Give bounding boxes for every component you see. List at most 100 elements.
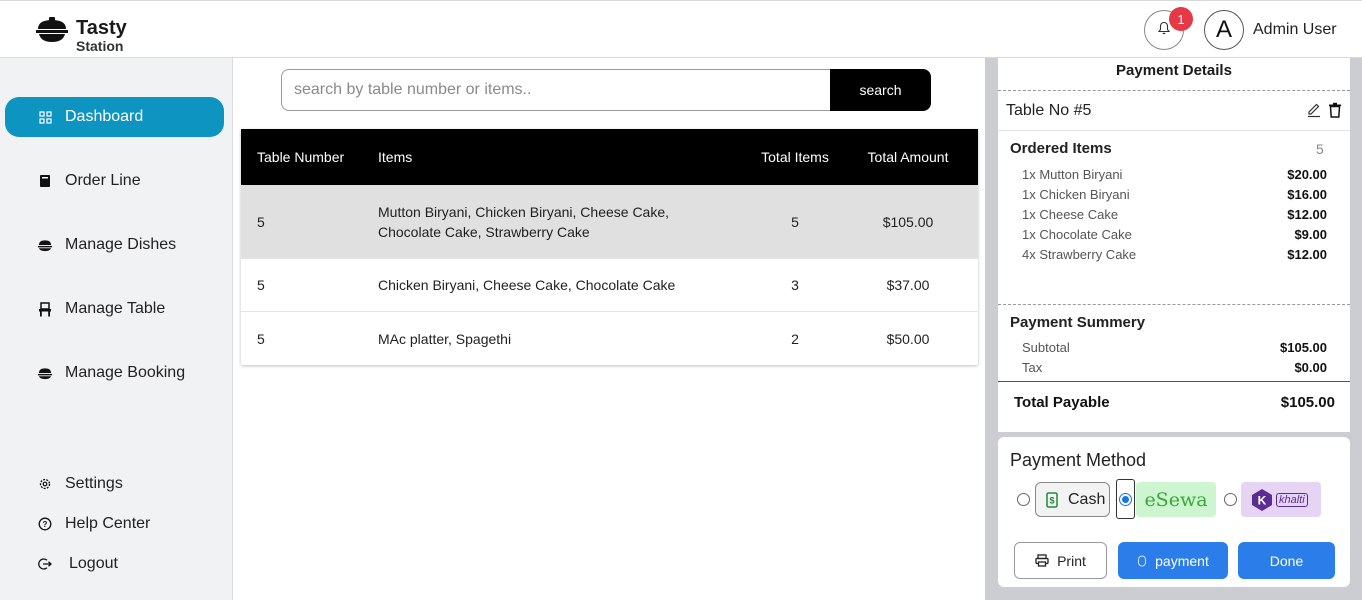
subtotal-row: Subtotal $105.00	[1022, 340, 1327, 355]
ordered-item: 1x Chicken Biryani $16.00	[1022, 187, 1327, 202]
divider	[998, 381, 1350, 382]
total-payable-row: Total Payable $105.00	[1014, 394, 1335, 411]
done-button[interactable]: Done	[1238, 542, 1335, 579]
wallet-icon	[1137, 555, 1147, 567]
sidebar-item-label: Logout	[69, 555, 118, 572]
tax-row: Tax $0.00	[1022, 360, 1327, 375]
divider	[998, 90, 1350, 91]
column-header[interactable]: Total Amount	[838, 149, 978, 165]
payment-label: payment	[1155, 552, 1209, 569]
subtotal-value: $105.00	[1280, 340, 1327, 355]
search-input[interactable]	[281, 69, 830, 111]
total-amount-cell: $50.00	[886, 330, 930, 347]
payment-details-title: Payment Details	[1116, 62, 1232, 79]
table-number-cell: 5	[257, 213, 265, 230]
item-name: 1x Chicken Biryani	[1022, 187, 1130, 202]
table-row[interactable]: 5 Chicken Biryani, Cheese Cake, Chocolat…	[241, 259, 978, 312]
column-header[interactable]: Items	[378, 147, 752, 167]
search-bar: search	[281, 69, 931, 111]
orders-table: Table Number Items Total Items Total Amo…	[241, 129, 978, 365]
sidebar-item-order-line[interactable]: Order Line	[5, 161, 224, 201]
table-row[interactable]: 5 MAc platter, Spagethi 2 $50.00	[241, 312, 978, 365]
sidebar-item-dashboard[interactable]: Dashboard	[5, 97, 224, 137]
column-header[interactable]: Table Number	[241, 149, 378, 165]
top-bar: Tasty Station 1 A Admin User	[0, 0, 1362, 58]
tax-value: $0.00	[1294, 360, 1327, 375]
cash-radio[interactable]	[1017, 493, 1030, 506]
tax-label: Tax	[1022, 360, 1043, 375]
sidebar-item-label: Manage Booking	[65, 364, 186, 381]
item-name: 1x Cheese Cake	[1022, 207, 1119, 222]
sidebar-item-logout[interactable]: Logout	[5, 544, 224, 584]
sidebar-item-label: Order Line	[65, 172, 141, 189]
payment-method-card: Payment Method $ Cash eSewa K khalti Pri…	[998, 437, 1350, 587]
sidebar-item-manage-table[interactable]: Manage Table	[5, 289, 224, 329]
payment-method-title: Payment Method	[1010, 450, 1147, 470]
divider	[998, 130, 1350, 131]
total-amount-cell: $37.00	[886, 277, 930, 293]
khalti-logo-icon: K	[1251, 488, 1273, 512]
brand-name: Tasty	[76, 17, 127, 39]
total-items-cell: 3	[791, 277, 799, 293]
ordered-item: 1x Chocolate Cake $9.00	[1022, 227, 1327, 242]
table-no-label: Table No #5	[1006, 102, 1092, 119]
brand-logo[interactable]: Tasty Station	[36, 15, 127, 53]
total-payable-label: Total Payable	[1014, 394, 1110, 411]
svg-text:?: ?	[43, 520, 48, 529]
main-content: search Table Number Items Total Items To…	[233, 58, 985, 600]
user-name[interactable]: Admin User	[1253, 21, 1337, 39]
esewa-radio[interactable]	[1119, 493, 1132, 506]
sidebar-item-manage-booking[interactable]: Manage Booking	[5, 353, 224, 393]
avatar[interactable]: A	[1204, 10, 1244, 50]
payment-panel: Payment Details Table No #5 Ordered Item…	[985, 58, 1362, 600]
table-number-cell: 5	[257, 277, 265, 293]
item-price: $16.00	[1287, 187, 1327, 202]
items-cell: Mutton Biryani, Chicken Biryani, Cheese …	[378, 203, 670, 240]
table-row[interactable]: 5 Mutton Biryani, Chicken Biryani, Chees…	[241, 185, 978, 259]
item-name: 1x Mutton Biryani	[1022, 167, 1123, 182]
sidebar-item-label: Settings	[65, 475, 123, 492]
payment-button[interactable]: payment	[1118, 542, 1228, 579]
notification-badge: 1	[1169, 7, 1193, 31]
ordered-items-title: Ordered Items	[1010, 140, 1112, 157]
sidebar-item-settings[interactable]: Settings	[5, 464, 224, 504]
edit-icon[interactable]	[1306, 102, 1322, 123]
trash-icon[interactable]	[1328, 102, 1342, 123]
brand-subname: Station	[76, 38, 124, 54]
sidebar-item-help-center[interactable]: ? Help Center	[5, 504, 224, 544]
item-price: $12.00	[1287, 247, 1327, 262]
payment-summary-title: Payment Summery	[1010, 314, 1146, 331]
gear-icon	[38, 477, 52, 491]
items-cell: Chicken Biryani, Cheese Cake, Chocolate …	[378, 277, 676, 293]
ordered-item: 1x Mutton Biryani $20.00	[1022, 167, 1327, 182]
print-label: Print	[1057, 552, 1086, 569]
sidebar: Dashboard Order Line Manage Dishes Manag…	[0, 58, 233, 600]
table-number-cell: 5	[257, 330, 265, 347]
sidebar-item-manage-dishes[interactable]: Manage Dishes	[5, 225, 224, 265]
khalti-option[interactable]: K khalti	[1241, 482, 1321, 517]
esewa-option[interactable]: eSewa	[1136, 482, 1216, 517]
item-name: 4x Strawberry Cake	[1022, 247, 1137, 262]
item-name: 1x Chocolate Cake	[1022, 227, 1132, 242]
column-header[interactable]: Total Items	[752, 149, 838, 165]
total-items-cell: 5	[791, 213, 799, 230]
table-header: Table Number Items Total Items Total Amo…	[241, 129, 978, 185]
total-items-cell: 2	[791, 330, 799, 347]
total-payable-value: $105.00	[1280, 394, 1335, 411]
ordered-item: 1x Cheese Cake $12.00	[1022, 207, 1327, 222]
khalti-radio[interactable]	[1224, 493, 1237, 506]
help-icon: ?	[38, 517, 52, 531]
search-button[interactable]: search	[830, 69, 931, 111]
bowl-icon	[36, 15, 68, 45]
sidebar-item-label: Manage Table	[65, 300, 166, 317]
khalti-logo-text: khalti	[1276, 492, 1308, 507]
sidebar-item-label: Manage Dishes	[65, 236, 177, 253]
print-button[interactable]: Print	[1014, 542, 1107, 579]
items-cell: MAc platter, Spagethi	[378, 330, 512, 347]
sidebar-item-label: Dashboard	[65, 108, 144, 125]
item-price: $12.00	[1287, 207, 1327, 222]
cash-label: Cash	[1068, 490, 1106, 508]
total-amount-cell: $105.00	[882, 213, 934, 230]
dashboard-icon	[38, 110, 52, 124]
cash-option[interactable]: $ Cash	[1035, 482, 1110, 517]
